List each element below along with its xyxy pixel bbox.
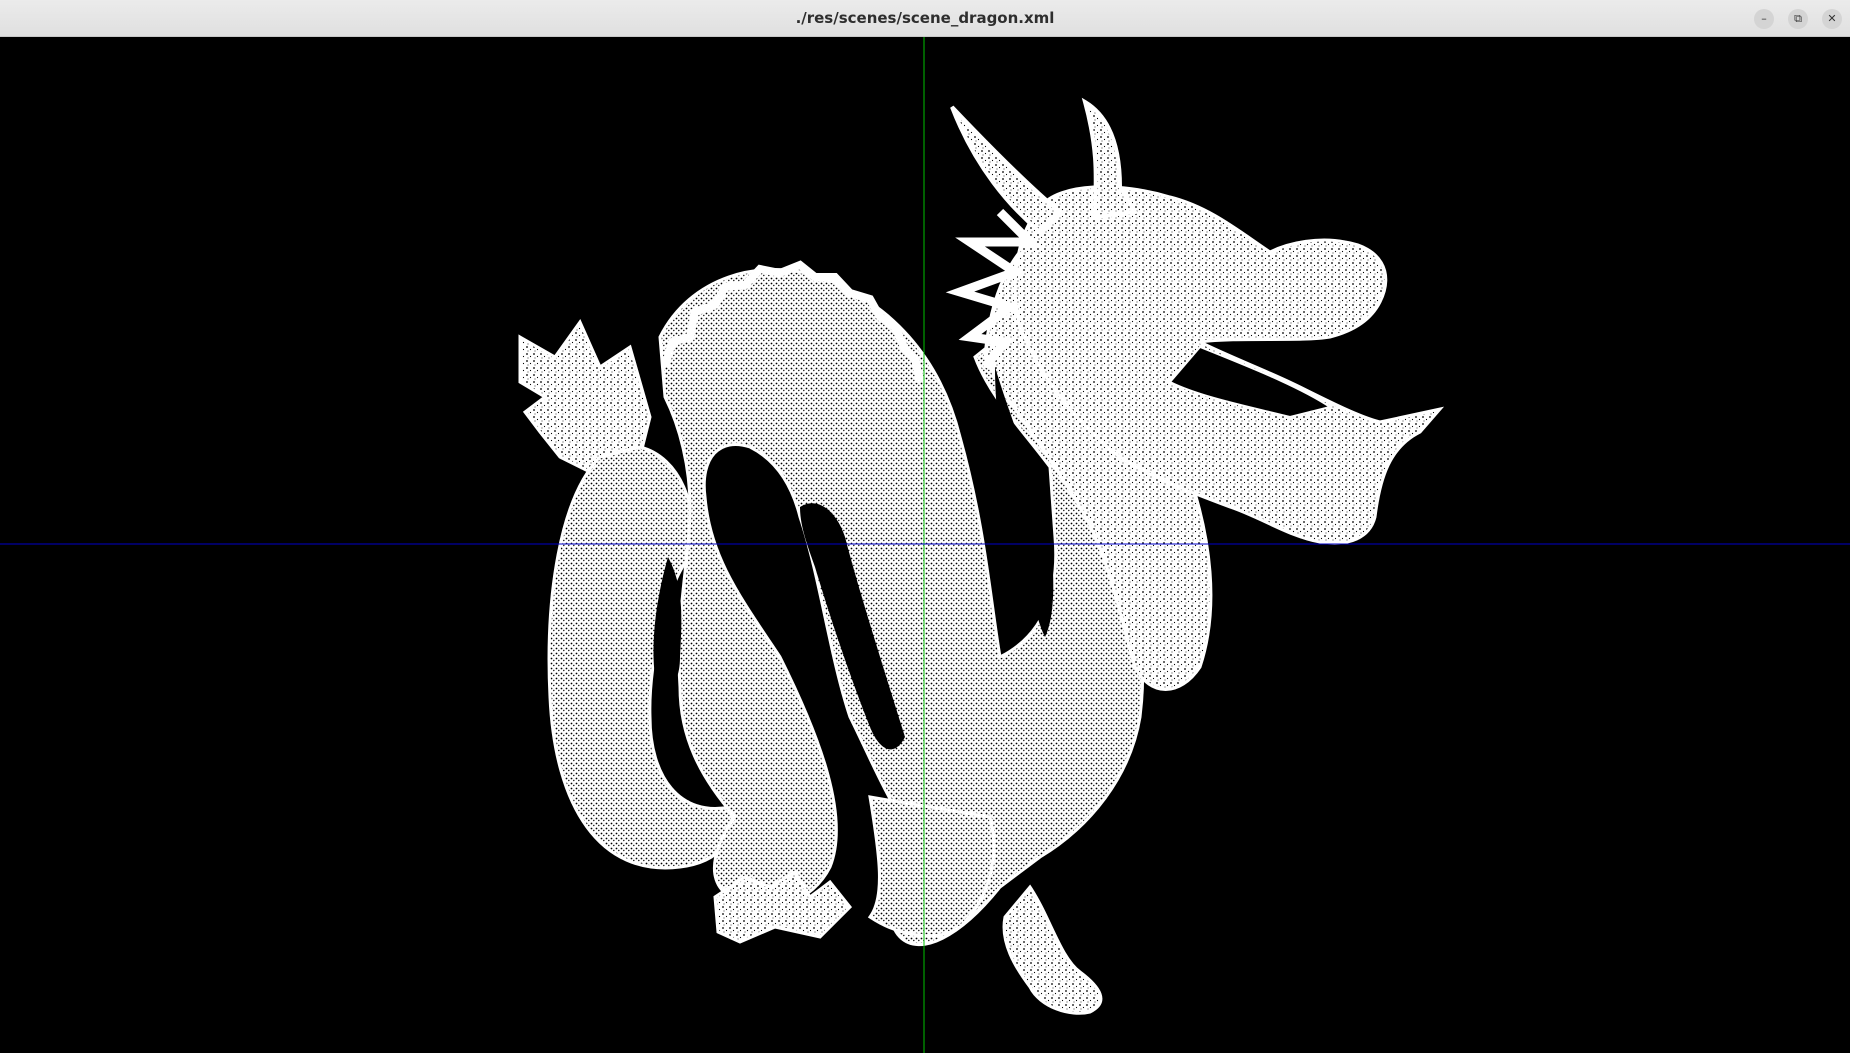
render-viewport[interactable] (0, 37, 1850, 1053)
dragon-model (518, 97, 1445, 1015)
scene-canvas (0, 37, 1850, 1053)
window-titlebar[interactable]: ./res/scenes/scene_dragon.xml – ⧉ ✕ (0, 0, 1850, 37)
close-icon[interactable]: ✕ (1822, 9, 1842, 29)
minimize-icon[interactable]: – (1754, 9, 1774, 29)
window-title: ./res/scenes/scene_dragon.xml (795, 9, 1055, 27)
dragon-front-claw (1002, 884, 1103, 1015)
dragon-rear-claw (713, 869, 853, 944)
maximize-icon[interactable]: ⧉ (1788, 9, 1808, 29)
